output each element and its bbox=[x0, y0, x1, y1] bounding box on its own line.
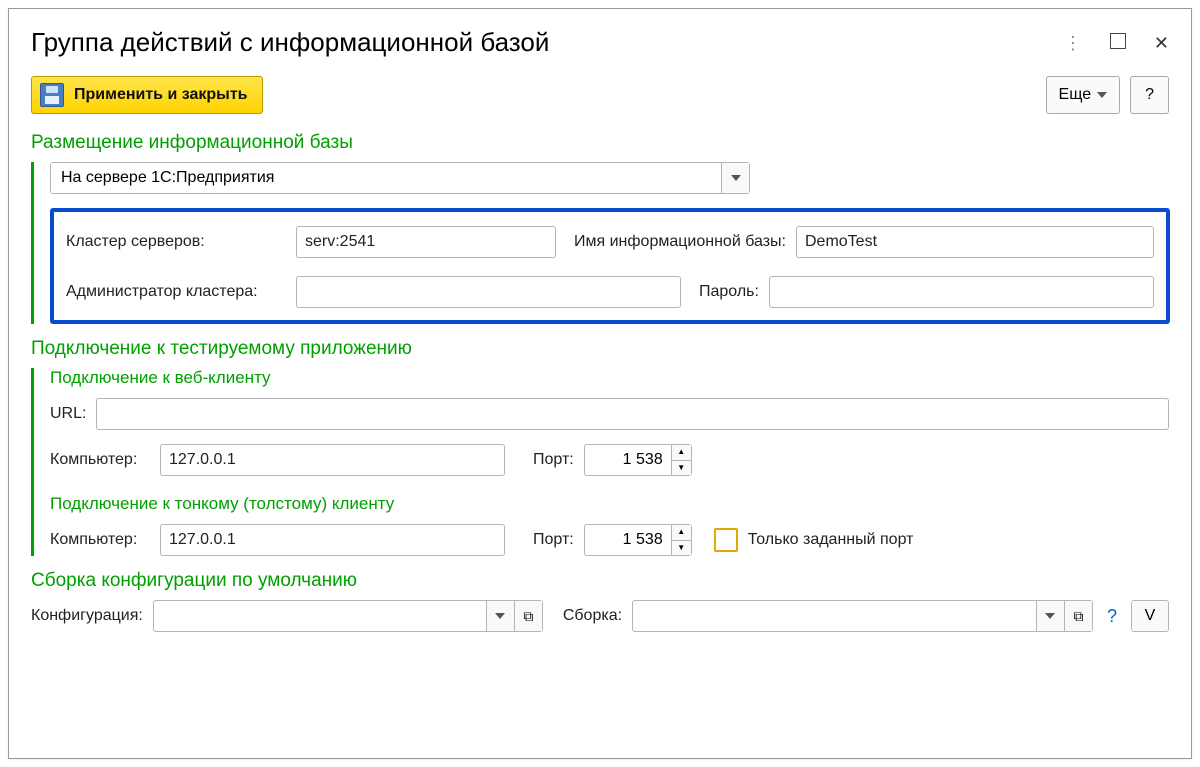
thin-port-spinner[interactable]: ▲ ▼ bbox=[584, 524, 692, 556]
web-client-heading: Подключение к веб-клиенту bbox=[50, 368, 1169, 388]
web-port-spinner[interactable]: ▲ ▼ bbox=[584, 444, 692, 476]
chevron-down-icon bbox=[731, 175, 741, 181]
dbname-label: Имя информационной базы: bbox=[574, 233, 786, 251]
apply-button-label: Применить и закрыть bbox=[74, 86, 248, 104]
fixed-port-checkbox[interactable] bbox=[714, 528, 738, 552]
web-computer-input[interactable] bbox=[160, 444, 505, 476]
thin-computer-label: Компьютер: bbox=[50, 531, 150, 549]
config-dropdown-button[interactable] bbox=[486, 601, 514, 631]
version-button-label: V bbox=[1145, 607, 1156, 625]
build-row: Конфигурация: ⧉ Сборка: ⧉ ? V bbox=[31, 600, 1169, 632]
config-label: Конфигурация: bbox=[31, 607, 143, 625]
assembly-input[interactable] bbox=[633, 601, 1036, 631]
section-connection-heading: Подключение к тестируемому приложению bbox=[31, 338, 1169, 360]
titlebar: Группа действий с информационной базой ⋮… bbox=[31, 27, 1169, 58]
web-port-input[interactable] bbox=[585, 445, 671, 475]
spinner-controls: ▲ ▼ bbox=[671, 525, 691, 555]
cluster-label: Кластер серверов: bbox=[66, 233, 286, 251]
spinner-controls: ▲ ▼ bbox=[671, 445, 691, 475]
thin-port-input[interactable] bbox=[585, 525, 671, 555]
section-placement: На сервере 1С:Предприятия Кластер сервер… bbox=[31, 162, 1169, 324]
placement-mode-value: На сервере 1С:Предприятия bbox=[51, 163, 721, 193]
version-button[interactable]: V bbox=[1131, 600, 1169, 632]
window: Группа действий с информационной базой ⋮… bbox=[8, 8, 1192, 759]
more-button-label: Еще bbox=[1059, 86, 1092, 104]
cluster-admin-label: Администратор кластера: bbox=[66, 283, 286, 301]
assembly-open-button[interactable]: ⧉ bbox=[1064, 601, 1092, 631]
url-input[interactable] bbox=[96, 398, 1169, 430]
spin-up-button[interactable]: ▲ bbox=[672, 445, 691, 461]
dbname-input[interactable] bbox=[796, 226, 1154, 258]
password-input[interactable] bbox=[769, 276, 1154, 308]
toolbar-right: Еще ? bbox=[1046, 76, 1169, 114]
section-build-heading: Сборка конфигурации по умолчанию bbox=[31, 570, 1169, 592]
thin-port-label: Порт: bbox=[533, 531, 574, 549]
thin-computer-input[interactable] bbox=[160, 524, 505, 556]
config-open-button[interactable]: ⧉ bbox=[514, 601, 542, 631]
cluster-input[interactable] bbox=[296, 226, 556, 258]
config-combo[interactable]: ⧉ bbox=[153, 600, 543, 632]
server-params-highlight: Кластер серверов: Имя информационной баз… bbox=[50, 208, 1170, 324]
fixed-port-label: Только заданный порт bbox=[748, 531, 914, 549]
spin-down-button[interactable]: ▼ bbox=[672, 461, 691, 476]
assembly-combo[interactable]: ⧉ bbox=[632, 600, 1093, 632]
assembly-dropdown-button[interactable] bbox=[1036, 601, 1064, 631]
save-icon bbox=[40, 83, 64, 107]
placement-mode-combo[interactable]: На сервере 1С:Предприятия bbox=[50, 162, 750, 194]
more-button[interactable]: Еще bbox=[1046, 76, 1121, 114]
thin-client-heading: Подключение к тонкому (толстому) клиенту bbox=[50, 494, 1169, 514]
assembly-label: Сборка: bbox=[563, 607, 622, 625]
toolbar: Применить и закрыть Еще ? bbox=[31, 76, 1169, 114]
help-button-label: ? bbox=[1145, 86, 1154, 104]
help-button[interactable]: ? bbox=[1130, 76, 1169, 114]
chevron-down-icon bbox=[1097, 92, 1107, 98]
config-input[interactable] bbox=[154, 601, 486, 631]
chevron-down-icon bbox=[1045, 613, 1055, 619]
spin-up-button[interactable]: ▲ bbox=[672, 525, 691, 541]
password-label: Пароль: bbox=[699, 283, 759, 301]
chevron-down-icon bbox=[495, 613, 505, 619]
spin-down-button[interactable]: ▼ bbox=[672, 541, 691, 556]
menu-icon[interactable]: ⋮ bbox=[1064, 34, 1082, 52]
placement-mode-dropdown-button[interactable] bbox=[721, 163, 749, 193]
apply-and-close-button[interactable]: Применить и закрыть bbox=[31, 76, 263, 114]
section-placement-heading: Размещение информационной базы bbox=[31, 132, 1169, 154]
web-port-label: Порт: bbox=[533, 451, 574, 469]
section-connection: Подключение к веб-клиенту URL: Компьютер… bbox=[31, 368, 1169, 556]
window-title: Группа действий с информационной базой bbox=[31, 27, 549, 58]
window-controls: ⋮ ✕ bbox=[1064, 33, 1169, 52]
maximize-button[interactable] bbox=[1110, 33, 1126, 52]
cluster-admin-input[interactable] bbox=[296, 276, 681, 308]
web-computer-label: Компьютер: bbox=[50, 451, 150, 469]
close-button[interactable]: ✕ bbox=[1154, 34, 1169, 52]
assembly-help-link[interactable]: ? bbox=[1103, 606, 1121, 627]
url-label: URL: bbox=[50, 405, 86, 423]
